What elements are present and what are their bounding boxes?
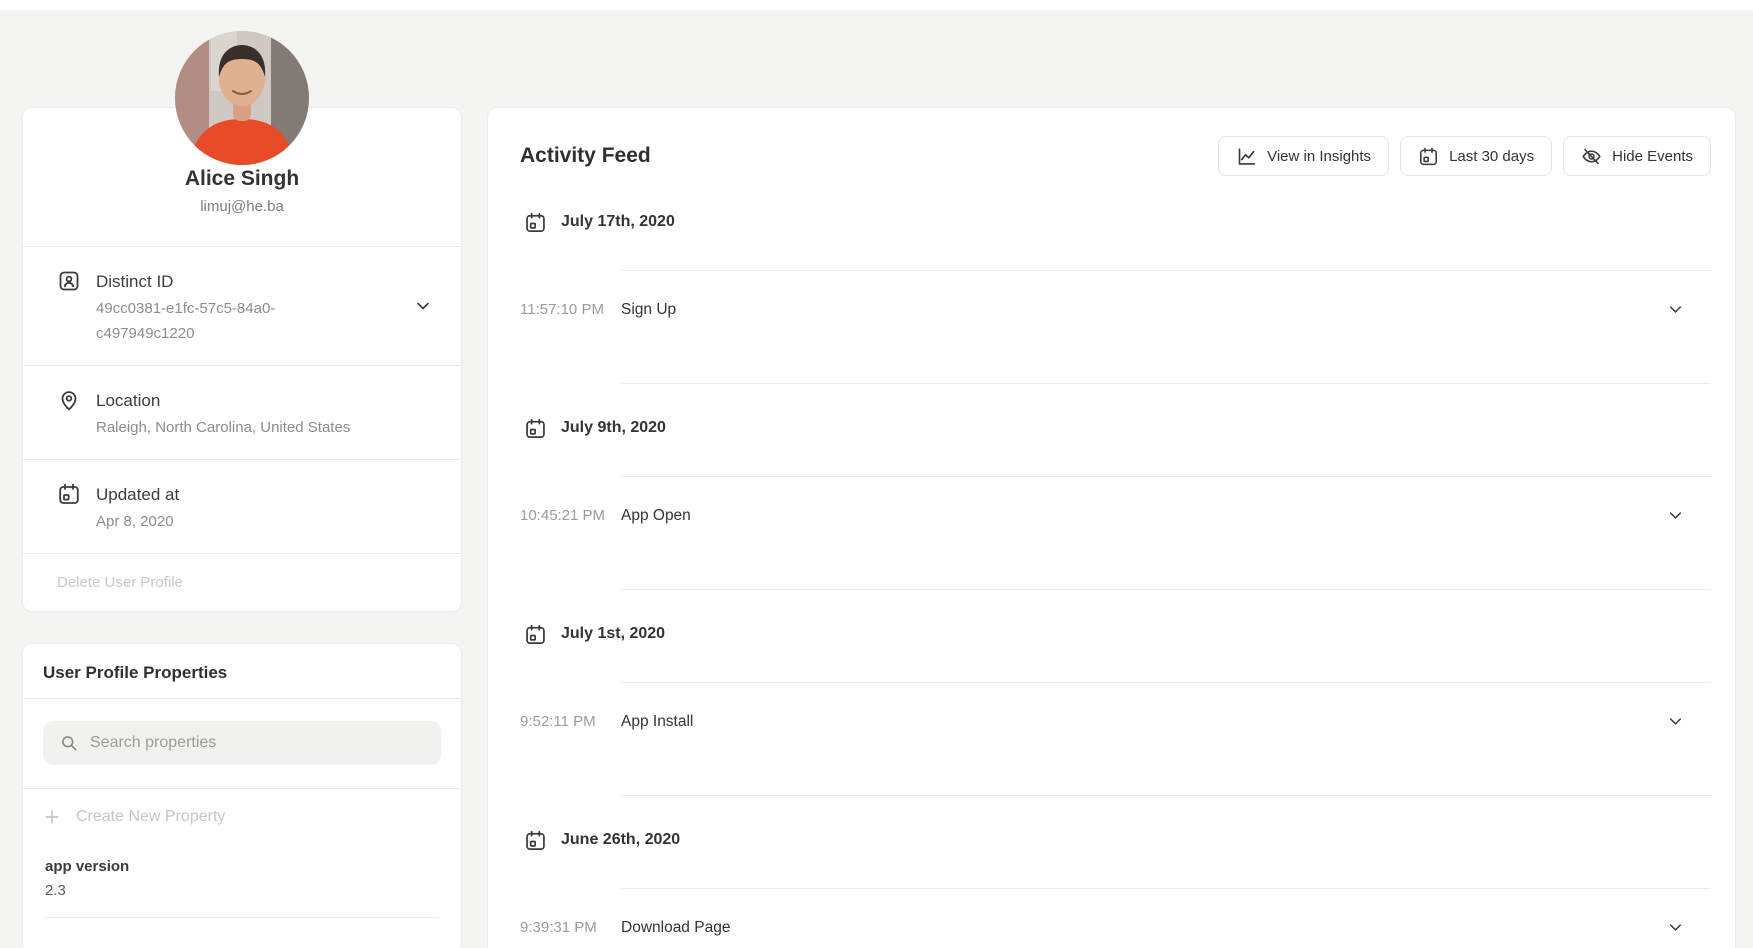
date-label: July 9th, 2020 — [561, 419, 666, 437]
id-badge-icon — [57, 268, 81, 346]
activity-feed-title: Activity Feed — [520, 144, 651, 168]
divider — [621, 383, 1711, 384]
event-row[interactable]: 11:57:10 PM Sign Up — [520, 271, 1711, 348]
date-header: June 26th, 2020 — [520, 827, 1711, 853]
calendar-icon — [524, 211, 547, 234]
create-new-property-label: Create New Property — [76, 808, 225, 826]
event-row[interactable]: 9:52:11 PM App Install — [520, 683, 1711, 760]
chevron-down-icon[interactable] — [1666, 300, 1685, 319]
left-column: Alice Singh limuj@he.ba Distinct ID 49cc… — [22, 107, 462, 948]
field-updated-at: Updated at Apr 8, 2020 — [23, 460, 461, 553]
top-strip — [0, 0, 1753, 10]
calendar-icon — [57, 481, 81, 534]
event-row[interactable]: 10:45:21 PM App Open — [520, 477, 1711, 554]
eye-off-icon — [1581, 146, 1602, 167]
divider — [621, 589, 1711, 590]
create-new-property-button[interactable]: Create New Property — [23, 789, 461, 845]
search-properties-box — [43, 721, 441, 765]
avatar — [175, 31, 309, 165]
event-time: 10:45:21 PM — [520, 507, 621, 524]
search-properties-input[interactable] — [90, 734, 425, 752]
field-label: Location — [96, 391, 160, 410]
chevron-down-icon[interactable] — [1666, 712, 1685, 731]
date-label: July 17th, 2020 — [561, 213, 675, 231]
event-name: App Open — [621, 507, 1666, 525]
field-label: Distinct ID — [96, 272, 173, 291]
field-distinct-id: Distinct ID 49cc0381-e1fc-57c5-84a0-c497… — [23, 247, 461, 365]
date-label: June 26th, 2020 — [561, 831, 680, 849]
properties-panel-title: User Profile Properties — [23, 644, 461, 698]
plus-icon — [43, 808, 61, 826]
property-value: 2.3 — [45, 879, 439, 903]
hide-events-button[interactable]: Hide Events — [1563, 136, 1711, 176]
line-chart-icon — [1236, 146, 1257, 167]
field-label: Updated at — [96, 485, 179, 504]
user-profile-card: Alice Singh limuj@he.ba Distinct ID 49cc… — [22, 107, 462, 612]
profile-email: limuj@he.ba — [43, 196, 441, 218]
calendar-icon — [1418, 146, 1439, 167]
profile-name: Alice Singh — [43, 166, 441, 192]
date-group: June 26th, 2020 9:39:31 PM Download Page — [520, 827, 1711, 948]
activity-feed-card: Activity Feed View in Insights Last 30 d… — [487, 107, 1736, 948]
date-group: July 17th, 2020 11:57:10 PM Sign Up — [520, 209, 1711, 384]
event-time: 9:52:11 PM — [520, 713, 621, 730]
button-label: Last 30 days — [1449, 148, 1534, 165]
view-in-insights-button[interactable]: View in Insights — [1218, 136, 1389, 176]
chevron-down-icon[interactable] — [1666, 918, 1685, 937]
search-icon — [59, 733, 79, 753]
field-value: Apr 8, 2020 — [96, 509, 427, 534]
user-profile-properties-card: User Profile Properties Create New Prope… — [22, 643, 462, 948]
date-group: July 1st, 2020 9:52:11 PM App Install — [520, 621, 1711, 796]
date-header: July 17th, 2020 — [520, 209, 1711, 235]
location-pin-icon — [57, 387, 81, 440]
event-name: App Install — [621, 713, 1666, 731]
calendar-icon — [524, 417, 547, 440]
date-group: July 9th, 2020 10:45:21 PM App Open — [520, 415, 1711, 590]
avatar-image — [175, 31, 309, 165]
button-label: View in Insights — [1267, 148, 1371, 165]
delete-user-profile-button[interactable]: Delete User Profile — [23, 554, 461, 611]
calendar-icon — [524, 623, 547, 646]
date-header: July 1st, 2020 — [520, 621, 1711, 647]
activity-feed-groups: July 17th, 2020 11:57:10 PM Sign Up July… — [520, 209, 1711, 948]
field-location: Location Raleigh, North Carolina, United… — [23, 366, 461, 459]
property-name: app version — [45, 855, 439, 879]
event-name: Sign Up — [621, 301, 1666, 319]
event-time: 11:57:10 PM — [520, 301, 621, 318]
property-item[interactable]: app version 2.3 — [23, 845, 461, 933]
button-label: Hide Events — [1612, 148, 1693, 165]
event-time: 9:39:31 PM — [520, 919, 621, 936]
date-range-button[interactable]: Last 30 days — [1400, 136, 1552, 176]
property-list: app version 2.3 — [23, 845, 461, 933]
chevron-down-icon[interactable] — [1666, 506, 1685, 525]
date-label: July 1st, 2020 — [561, 625, 665, 643]
event-name: Download Page — [621, 919, 1666, 937]
divider — [621, 795, 1711, 796]
date-header: July 9th, 2020 — [520, 415, 1711, 441]
divider — [45, 917, 439, 918]
calendar-icon — [524, 829, 547, 852]
field-value: 49cc0381-e1fc-57c5-84a0-c497949c1220 — [96, 296, 326, 346]
field-value: Raleigh, North Carolina, United States — [96, 415, 427, 440]
event-row[interactable]: 9:39:31 PM Download Page — [520, 889, 1711, 948]
chevron-down-icon[interactable] — [413, 296, 433, 316]
